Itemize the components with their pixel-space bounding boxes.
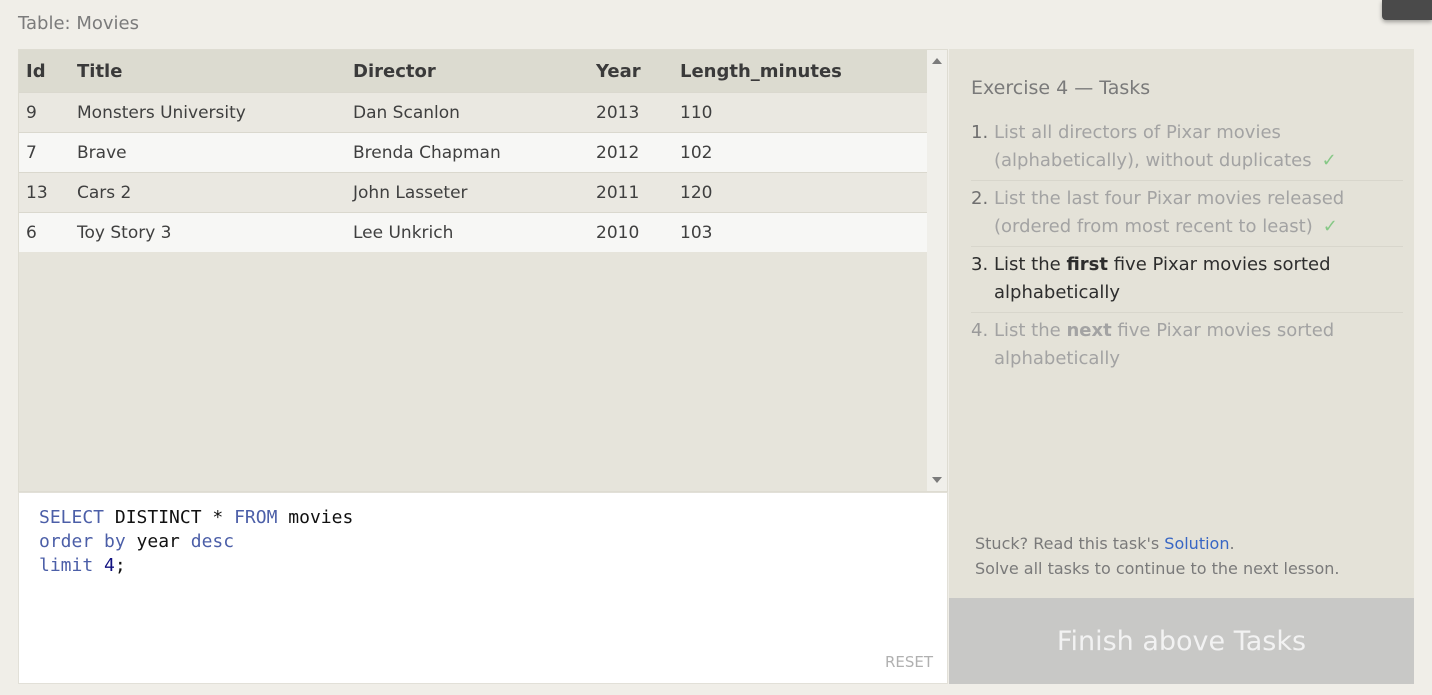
cell-id: 13 bbox=[19, 172, 70, 213]
cell-length: 102 bbox=[673, 132, 928, 173]
cell-length: 120 bbox=[673, 172, 928, 213]
results-table: Id Title Director Year Length_minutes 9 … bbox=[19, 50, 928, 252]
column-header-year: Year bbox=[589, 50, 673, 93]
table-header-row: Id Title Director Year Length_minutes bbox=[19, 50, 928, 93]
code-line-1: SELECT DISTINCT * FROM movies bbox=[39, 506, 353, 530]
task-number: 4. bbox=[971, 320, 989, 341]
task-number: 2. bbox=[971, 188, 989, 209]
stuck-line: Stuck? Read this task's Solution. bbox=[975, 531, 1339, 556]
task-text-pre: List the bbox=[994, 254, 1067, 275]
column-header-length: Length_minutes bbox=[673, 50, 928, 93]
code-number: 4 bbox=[93, 555, 115, 576]
cell-title: Toy Story 3 bbox=[70, 212, 346, 252]
keyword: SELECT bbox=[39, 507, 105, 528]
cell-year: 2011 bbox=[589, 172, 673, 213]
cell-length: 110 bbox=[673, 92, 928, 133]
cell-title: Brave bbox=[70, 132, 346, 173]
cell-director: Dan Scanlon bbox=[346, 92, 589, 133]
sql-editor[interactable]: SELECT DISTINCT * FROM movies order by y… bbox=[18, 492, 948, 684]
task-text: List the next five Pixar movies sorted a… bbox=[994, 320, 1340, 369]
keyword: limit bbox=[39, 555, 94, 576]
task-number: 1. bbox=[971, 122, 989, 143]
sql-code[interactable]: SELECT DISTINCT * FROM movies order by y… bbox=[39, 506, 353, 578]
code-line-3: limit 4; bbox=[39, 554, 353, 578]
cell-id: 9 bbox=[19, 92, 70, 133]
checkmark-icon: ✓ bbox=[1321, 150, 1337, 171]
column-header-director: Director bbox=[346, 50, 589, 93]
task-item-1: 1. List all directors of Pixar movies (a… bbox=[971, 115, 1403, 181]
cell-year: 2012 bbox=[589, 132, 673, 173]
task-text-bold: first bbox=[1066, 254, 1108, 275]
stuck-period: . bbox=[1229, 534, 1235, 553]
keyword: desc bbox=[190, 531, 235, 552]
stuck-text: Stuck? Read this task's bbox=[975, 534, 1165, 553]
column-header-title: Title bbox=[70, 50, 346, 93]
tasks-heading: Exercise 4 — Tasks bbox=[971, 77, 1151, 99]
keyword: FROM bbox=[234, 507, 278, 528]
code-line-2: order by year desc bbox=[39, 530, 353, 554]
keyword: order by bbox=[39, 531, 126, 552]
cell-year: 2010 bbox=[589, 212, 673, 252]
cell-year: 2013 bbox=[589, 92, 673, 133]
task-item-3: 3. List the first five Pixar movies sort… bbox=[971, 247, 1403, 313]
cell-id: 7 bbox=[19, 132, 70, 173]
table-row: 9 Monsters University Dan Scanlon 2013 1… bbox=[19, 92, 928, 133]
cell-director: Brenda Chapman bbox=[346, 132, 589, 173]
scroll-up-arrow-icon[interactable] bbox=[932, 58, 942, 64]
tasks-panel: Exercise 4 — Tasks 1. List all directors… bbox=[949, 49, 1414, 598]
task-item-4: 4. List the next five Pixar movies sorte… bbox=[971, 313, 1403, 378]
code-text: ; bbox=[114, 555, 126, 576]
cell-title: Monsters University bbox=[70, 92, 346, 133]
cell-id: 6 bbox=[19, 212, 70, 252]
stuck-hint: Stuck? Read this task's Solution. Solve … bbox=[975, 531, 1339, 581]
code-text: DISTINCT * bbox=[104, 507, 235, 528]
task-text: List all directors of Pixar movies (alph… bbox=[994, 122, 1312, 171]
table-row: 7 Brave Brenda Chapman 2012 102 bbox=[19, 132, 928, 173]
reset-button[interactable]: RESET bbox=[885, 653, 933, 671]
task-item-2: 2. List the last four Pixar movies relea… bbox=[971, 181, 1403, 247]
task-text: List the last four Pixar movies released… bbox=[994, 188, 1345, 237]
task-text-pre: List the bbox=[994, 320, 1067, 341]
table-title: Table: Movies bbox=[18, 13, 139, 34]
query-results-panel: Id Title Director Year Length_minutes 9 … bbox=[18, 49, 948, 492]
task-number: 3. bbox=[971, 254, 989, 275]
scroll-down-arrow-icon[interactable] bbox=[932, 477, 942, 483]
cell-director: Lee Unkrich bbox=[346, 212, 589, 252]
code-text: movies bbox=[277, 507, 354, 528]
cell-title: Cars 2 bbox=[70, 172, 346, 213]
task-list: 1. List all directors of Pixar movies (a… bbox=[971, 115, 1403, 378]
solution-link[interactable]: Solution bbox=[1164, 534, 1229, 553]
checkmark-icon: ✓ bbox=[1322, 216, 1338, 237]
corner-widget[interactable] bbox=[1382, 0, 1432, 20]
table-row: 6 Toy Story 3 Lee Unkrich 2010 103 bbox=[19, 212, 928, 252]
task-text-bold: next bbox=[1066, 320, 1112, 341]
solve-all-text: Solve all tasks to continue to the next … bbox=[975, 559, 1340, 578]
cell-length: 103 bbox=[673, 212, 928, 252]
cell-director: John Lasseter bbox=[346, 172, 589, 213]
finish-tasks-button[interactable]: Finish above Tasks bbox=[949, 598, 1414, 684]
column-header-id: Id bbox=[19, 50, 70, 93]
task-text: List the first five Pixar movies sorted … bbox=[994, 254, 1336, 303]
code-text: year bbox=[125, 531, 191, 552]
results-scrollbar[interactable] bbox=[927, 50, 947, 491]
table-row: 13 Cars 2 John Lasseter 2011 120 bbox=[19, 172, 928, 213]
